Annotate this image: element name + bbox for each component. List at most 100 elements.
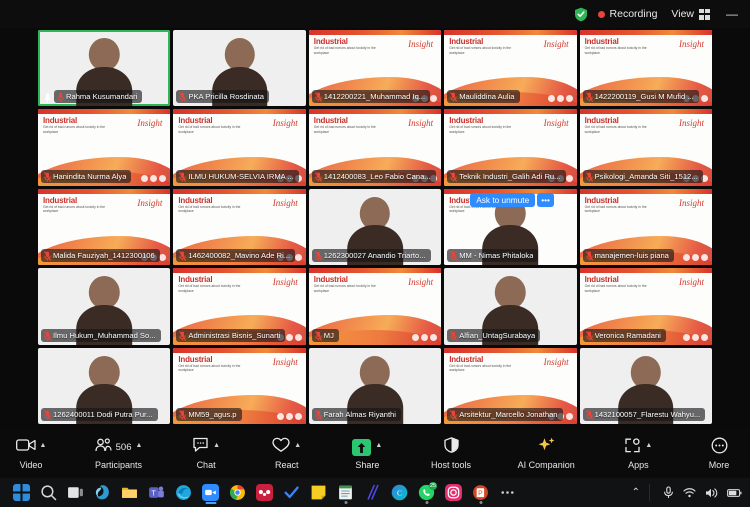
control-label: React [274, 460, 299, 470]
taskbar-google-chrome-icon[interactable] [224, 480, 251, 505]
slide-script-word: Insight [678, 197, 704, 208]
taskbar-mendeley-icon[interactable] [251, 480, 278, 505]
slide-title: Industrial [178, 275, 213, 285]
participant-tile[interactable]: IndustrialGet rid of bad rumors about to… [579, 30, 712, 107]
control-host-tools[interactable]: Host tools [431, 437, 471, 470]
participant-tile[interactable]: IndustrialGet rid of bad rumors about to… [444, 188, 577, 266]
tray-battery-icon[interactable] [727, 488, 742, 498]
participant-tile[interactable]: 1262300027 Anandio Triarto... [308, 188, 442, 266]
participant-tile[interactable]: IndustrialGet rid of bad rumors about to… [308, 30, 442, 107]
slide-subtitle: Get rid of bad rumors about toxicity in … [178, 363, 241, 373]
taskbar-notepad-icon[interactable] [332, 480, 359, 505]
slide-title: Industrial [313, 116, 348, 126]
participant-tile[interactable]: Ilmu Hukum_Muhammad So... [38, 268, 171, 345]
mic-muted-icon [44, 251, 51, 262]
chat-bubble-icon [192, 437, 209, 458]
chevron-up-icon[interactable]: ▲ [294, 442, 301, 449]
participant-tile[interactable]: IndustrialGet rid of bad rumors about to… [173, 109, 306, 186]
taskbar-file-explorer-icon[interactable] [116, 480, 143, 505]
participant-tile[interactable]: IndustrialGet rid of bad rumors about to… [173, 188, 306, 266]
taskbar-app-list: T C 25 P [0, 480, 521, 505]
taskbar-start-button[interactable] [8, 480, 35, 505]
control-video[interactable]: ▲ Video [14, 437, 48, 470]
sparkle-icon [537, 437, 556, 458]
chevron-up-icon[interactable]: ▲ [645, 442, 652, 449]
slide-title: Industrial [584, 37, 619, 46]
chevron-up-icon[interactable]: ▲ [40, 442, 47, 449]
view-button[interactable]: View [671, 8, 710, 20]
control-apps[interactable]: ▲ Apps [621, 437, 655, 470]
running-indicator [425, 501, 428, 504]
tile-more-options-button[interactable]: ••• [537, 192, 554, 208]
participant-tile[interactable]: IndustrialGet rid of bad rumors about to… [173, 347, 306, 424]
taskbar-microsoft-teams-icon[interactable]: T [143, 480, 170, 505]
taskbar-overflow-icon[interactable] [494, 480, 521, 505]
control-participants[interactable]: 506 ▲ Participants [94, 437, 143, 470]
participant-tile[interactable]: IndustrialGet rid of bad rumors about to… [173, 268, 306, 345]
control-react[interactable]: ▲ React [270, 437, 304, 470]
slide-title: Industrial [178, 116, 213, 126]
participant-name-label: Malida Fauziyah_1412300106 [41, 249, 160, 263]
apps-icon [624, 437, 641, 458]
participant-name-text: 1412200221_Muhammad Iq... [323, 92, 426, 102]
participant-tile[interactable]: IndustrialGet rid of bad rumors about to… [444, 109, 577, 186]
tray-wifi-icon[interactable] [683, 487, 696, 498]
shield-check-icon[interactable] [574, 7, 588, 22]
taskbar-instagram-icon[interactable] [440, 480, 467, 505]
chevron-up-icon[interactable]: ▲ [136, 442, 143, 449]
taskbar-powerpoint-icon[interactable]: P [467, 480, 494, 505]
control-label: More [708, 460, 730, 470]
chevron-up-icon[interactable]: ▲ [213, 442, 220, 449]
participant-name-text: Veronica Ramadani [594, 330, 661, 340]
taskbar-todo-check-icon[interactable] [278, 480, 305, 505]
participant-name-label: 1432100057_Flarestu Wahyu... [582, 408, 706, 421]
participant-name-label: 1412400083_Leo Fabio Cana... [311, 169, 436, 183]
slide-top-band [38, 188, 171, 194]
recording-indicator[interactable]: Recording [597, 8, 657, 20]
taskbar-canva-icon[interactable]: C [386, 480, 413, 505]
taskbar-copilot-icon[interactable] [89, 480, 116, 505]
participant-tile[interactable]: IndustrialGet rid of bad rumors about to… [444, 30, 577, 107]
slide-logos [276, 413, 302, 420]
control-ai-companion[interactable]: AI Companion [518, 437, 575, 470]
tray-microphone-icon[interactable] [663, 486, 674, 499]
participant-tile[interactable]: IndustrialGet rid of bad rumors about to… [579, 188, 712, 266]
participant-name-text: 1262400011 Dodi Putra Pur... [53, 410, 153, 419]
participant-tile[interactable]: IndustrialGet rid of bad rumors about to… [38, 109, 171, 186]
chevron-up-icon[interactable]: ▲ [375, 442, 382, 449]
control-chat[interactable]: ▲ Chat [189, 437, 223, 470]
participant-tile[interactable]: Rahma Kusumandari [38, 30, 171, 107]
tray-volume-icon[interactable] [705, 487, 718, 499]
taskbar-grammarly-icon[interactable] [359, 480, 386, 505]
control-more[interactable]: More [702, 437, 736, 470]
tray-separator [649, 484, 650, 501]
taskbar-sticky-notes-icon[interactable] [305, 480, 332, 505]
participant-tile[interactable]: IndustrialGet rid of bad rumors about to… [579, 109, 712, 186]
taskbar-whatsapp-icon[interactable]: 25 [413, 480, 440, 505]
participant-tile[interactable]: IndustrialGet rid of bad rumors about to… [308, 268, 442, 345]
participant-tile[interactable]: Alfian_UntagSurabaya [444, 268, 577, 345]
participant-tile[interactable]: Farah Almas Riyanthi [308, 347, 442, 424]
taskbar-microsoft-edge-icon[interactable] [170, 480, 197, 505]
participant-tile[interactable]: PKA Pricilla Rosdinata [173, 30, 306, 107]
participant-tile[interactable]: IndustrialGet rid of bad rumors about to… [38, 188, 171, 266]
taskbar-task-view-icon[interactable] [62, 480, 89, 505]
slide-title: Industrial [449, 354, 484, 364]
tray-show-hidden-icons-chevron[interactable]: ⌃ [632, 487, 640, 498]
minimize-button[interactable]: — [720, 8, 744, 20]
taskbar-search-icon[interactable] [35, 480, 62, 505]
participant-tile[interactable]: IndustrialGet rid of bad rumors about to… [579, 268, 712, 345]
taskbar-zoom-icon[interactable] [197, 480, 224, 505]
view-label: View [671, 8, 694, 20]
participant-tile[interactable]: IndustrialGet rid of bad rumors about to… [444, 347, 577, 424]
participant-tile[interactable]: IndustrialGet rid of bad rumors about to… [308, 109, 442, 186]
slide-top-band [579, 30, 712, 35]
control-share[interactable]: ▲ Share [350, 437, 384, 470]
participant-name-text: 1462400082_Mavino Ade Ri... [188, 251, 291, 261]
participant-tile[interactable]: 1262400011 Dodi Putra Pur... [38, 347, 171, 424]
participant-tile[interactable]: 1432100057_Flarestu Wahyu... [579, 347, 712, 424]
slide-subtitle: Get rid of bad rumors about toxicity in … [584, 46, 647, 55]
ask-to-unmute-button[interactable]: Ask to unmute [470, 192, 536, 208]
participant-name-label: manajemen-luis piana [582, 249, 674, 263]
participant-name-label: MM59_agus.p [176, 408, 242, 421]
